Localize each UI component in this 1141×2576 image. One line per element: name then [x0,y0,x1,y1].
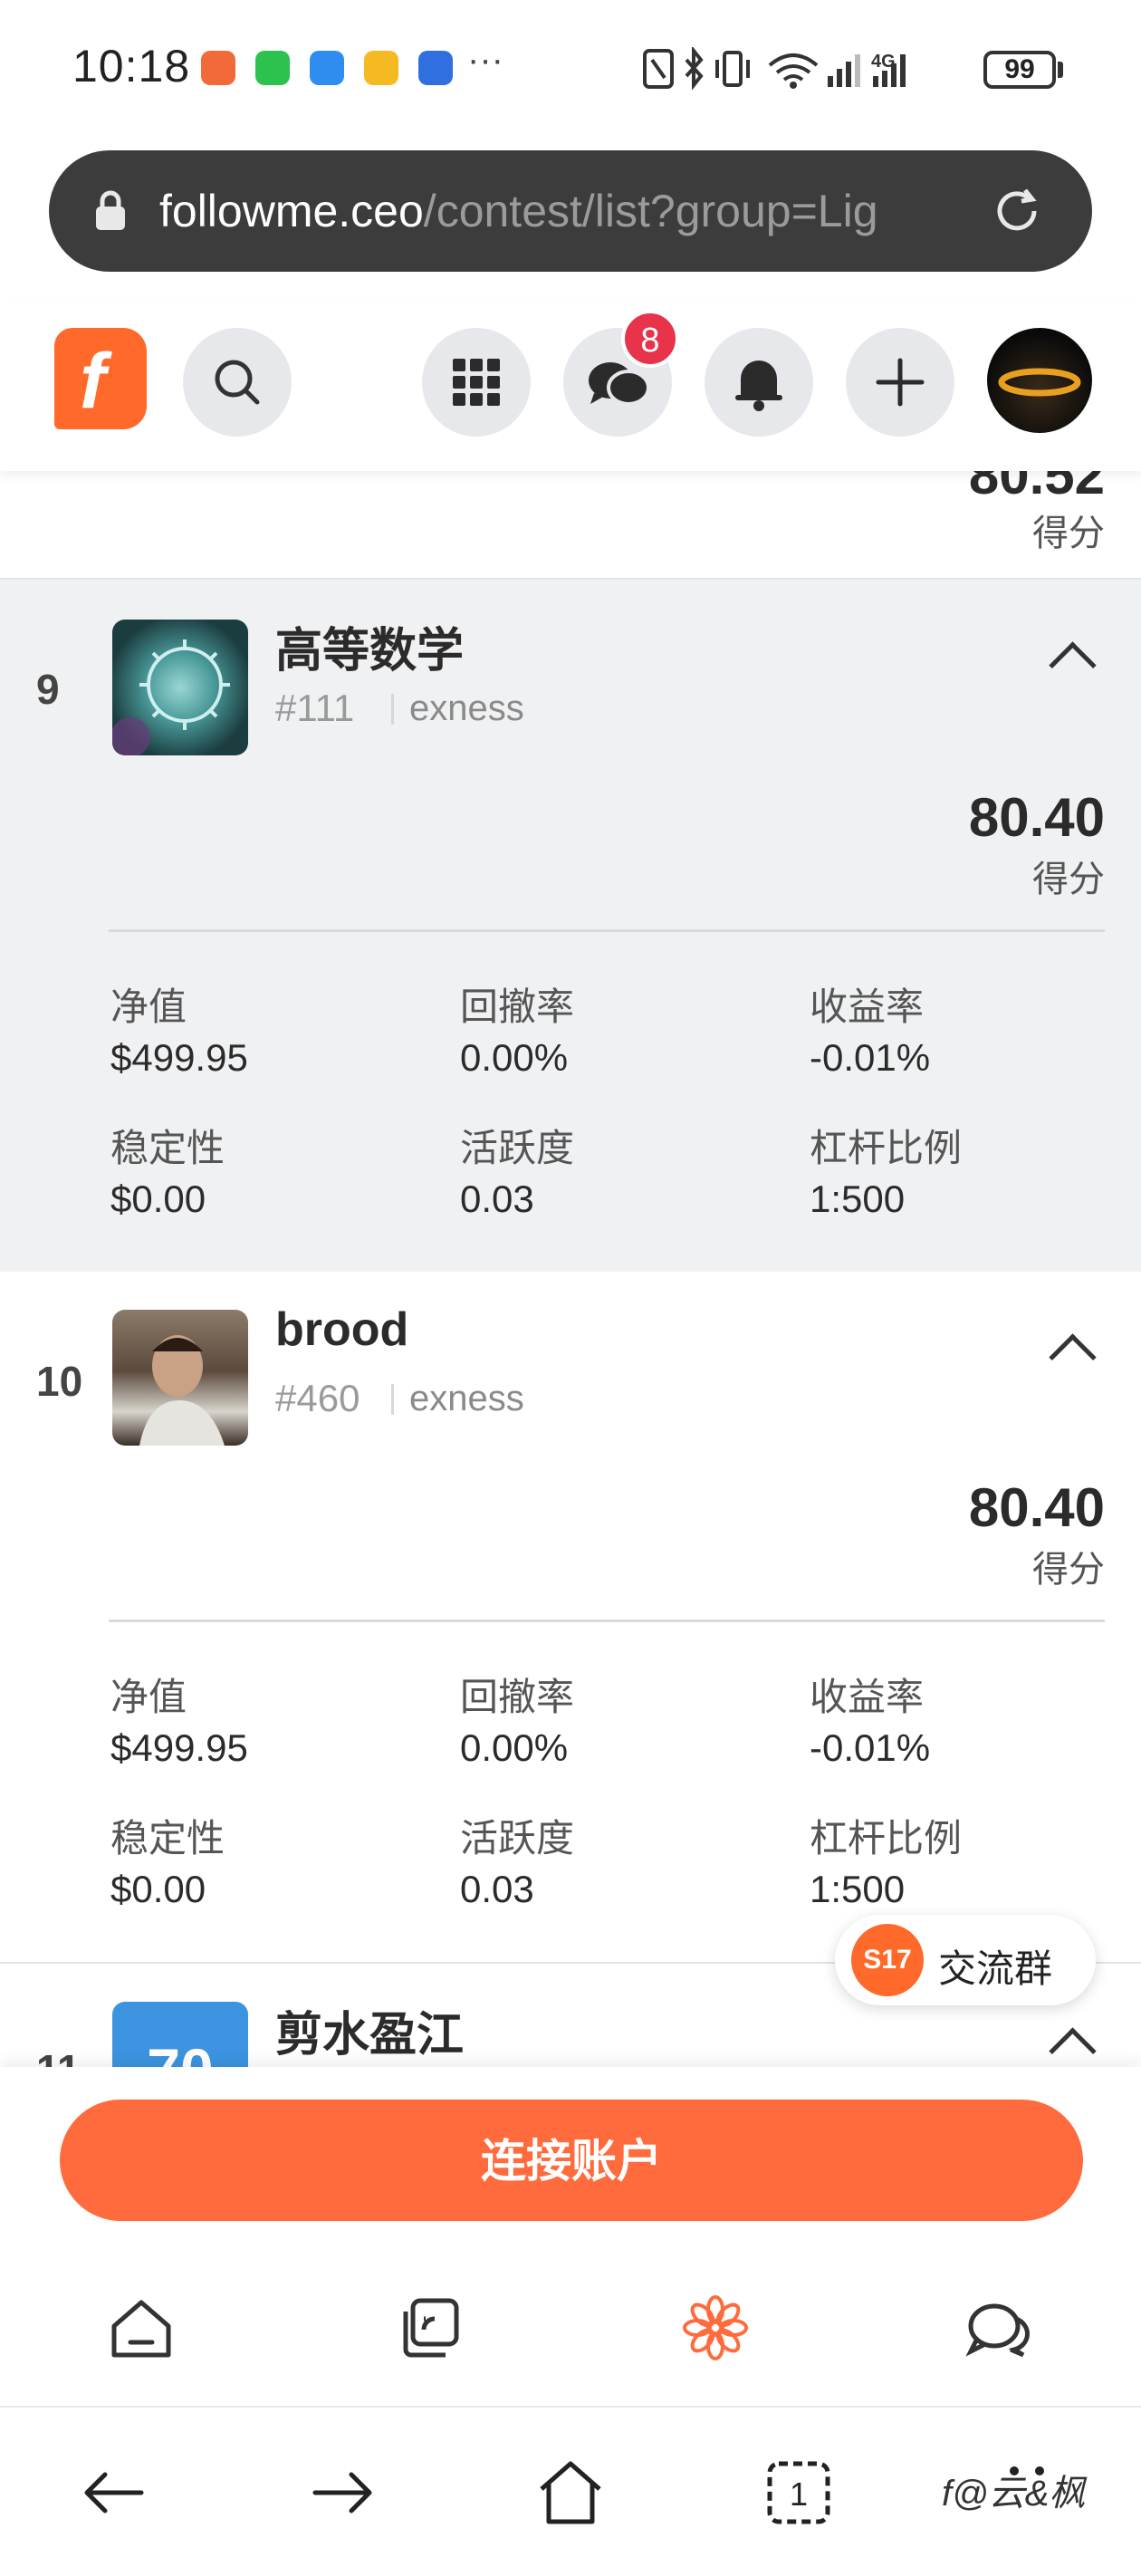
vibrate-icon [715,51,750,87]
row-separator [391,694,394,725]
orange-app-icon [201,51,235,85]
stat-value: $499.95 [110,1726,248,1769]
url-domain: followme.ceo [159,186,424,236]
virus-image [112,639,230,755]
home-icon[interactable] [105,2292,177,2364]
chat-group-label: 交流群 [938,1947,1053,1990]
create-button[interactable] [846,328,954,437]
stat-label: 杠杆比例 [810,1127,963,1169]
home-outline-icon[interactable] [534,2456,607,2529]
reload-icon[interactable] [987,181,1047,241]
chat-icon[interactable] [964,2292,1036,2364]
row-broker: exness [409,1379,524,1418]
row-name[interactable]: brood [275,1302,408,1357]
row-avatar [112,1310,248,1446]
bell-icon [735,360,782,411]
row-name[interactable]: 剪水盈江 [275,1996,464,2064]
stat-value: 0.03 [460,1868,534,1910]
row-id: #111 [275,687,355,729]
apps-menu-button[interactable] [422,328,531,437]
stat-label: 回撤率 [460,1676,575,1718]
wifi-icon [768,53,819,89]
stat-label: 活跃度 [460,1817,575,1860]
row-broker: exness [409,688,524,728]
svg-text:1: 1 [790,2475,808,2513]
person-photo [139,1335,225,1446]
stat-value: $499.95 [110,1036,248,1079]
search-icon [215,360,260,405]
row-score-label: 得分 [1032,514,1105,553]
row-score-label: 得分 [1032,860,1105,899]
row-avatar [112,620,248,755]
tabs-icon[interactable]: 1 [762,2456,835,2529]
stat-label: 回撤率 [460,985,575,1028]
stat-label: 收益率 [810,1676,925,1718]
stat-value: $0.00 [110,1177,206,1220]
user-avatar[interactable] [987,328,1092,433]
nfc-icon [643,49,674,89]
stat-value: 0.00% [460,1726,569,1769]
blue-chat-icon [310,51,344,85]
row-divider [109,929,1105,932]
row-score: 80.40 [968,787,1105,848]
message-badge: 8 [621,310,679,368]
stat-value: $0.00 [110,1868,206,1910]
stat-value: 1:500 [810,1177,906,1220]
search-button[interactable] [183,328,292,437]
svg-text:f: f [80,338,112,425]
signal-4g-icon: 4G [871,52,906,87]
stat-value: 0.00% [460,1036,569,1079]
bluetooth-icon [685,47,704,91]
mail-icon [364,51,398,85]
row-rank: 10 [36,1358,83,1405]
status-more-dots: ··· [467,40,503,80]
status-right-icons: 4G [643,47,906,91]
stat-label: 活跃度 [460,1127,575,1169]
copy-layers-icon[interactable] [393,2292,465,2364]
url-path: /contest/list?group=Lig [423,186,878,236]
browser-app-icon [418,51,453,85]
forward-arrow-icon[interactable] [306,2456,379,2529]
stat-label: 净值 [110,985,187,1028]
battery-icon: 99 [983,51,1056,89]
signal-icon [828,54,860,87]
chat-group-badge: S17 [851,1924,924,1996]
row-score: 80.40 [968,1477,1105,1538]
back-arrow-icon[interactable] [78,2456,150,2529]
stat-label: 净值 [110,1676,187,1718]
followme-logo[interactable]: f [54,328,147,429]
ring-image [998,368,1081,397]
stat-label: 杠杆比例 [810,1817,963,1860]
stat-value: -0.01% [810,1036,931,1079]
stat-value: -0.01% [810,1726,931,1769]
row-divider [109,1620,1105,1622]
stat-label: 收益率 [810,985,925,1028]
grid-menu-icon [453,359,500,406]
notifications-button[interactable] [705,328,813,437]
row-name[interactable]: 高等数学 [275,612,464,680]
plus-icon [876,358,925,407]
logo-f-icon: f [80,338,112,425]
row-score-label: 得分 [1032,1550,1105,1590]
stat-value: 1:500 [810,1868,906,1910]
wechat-icon [255,51,290,85]
battery-tip [1058,62,1063,78]
stat-label: 稳定性 [110,1817,225,1860]
connect-account-button[interactable]: 连接账户 [60,2100,1083,2221]
stat-label: 稳定性 [110,1127,225,1169]
url-text[interactable]: followme.ceo/contest/list?group=Lig [159,185,947,239]
row-separator [391,1384,394,1415]
lock-icon [96,190,125,230]
flower-logo-icon[interactable] [679,2292,752,2364]
stat-value: 0.03 [460,1177,534,1220]
status-time: 10:18 [72,41,191,91]
watermark: f@云&枫 [942,2474,1086,2514]
row-id: #460 [275,1377,360,1419]
row-rank: 9 [36,666,60,713]
